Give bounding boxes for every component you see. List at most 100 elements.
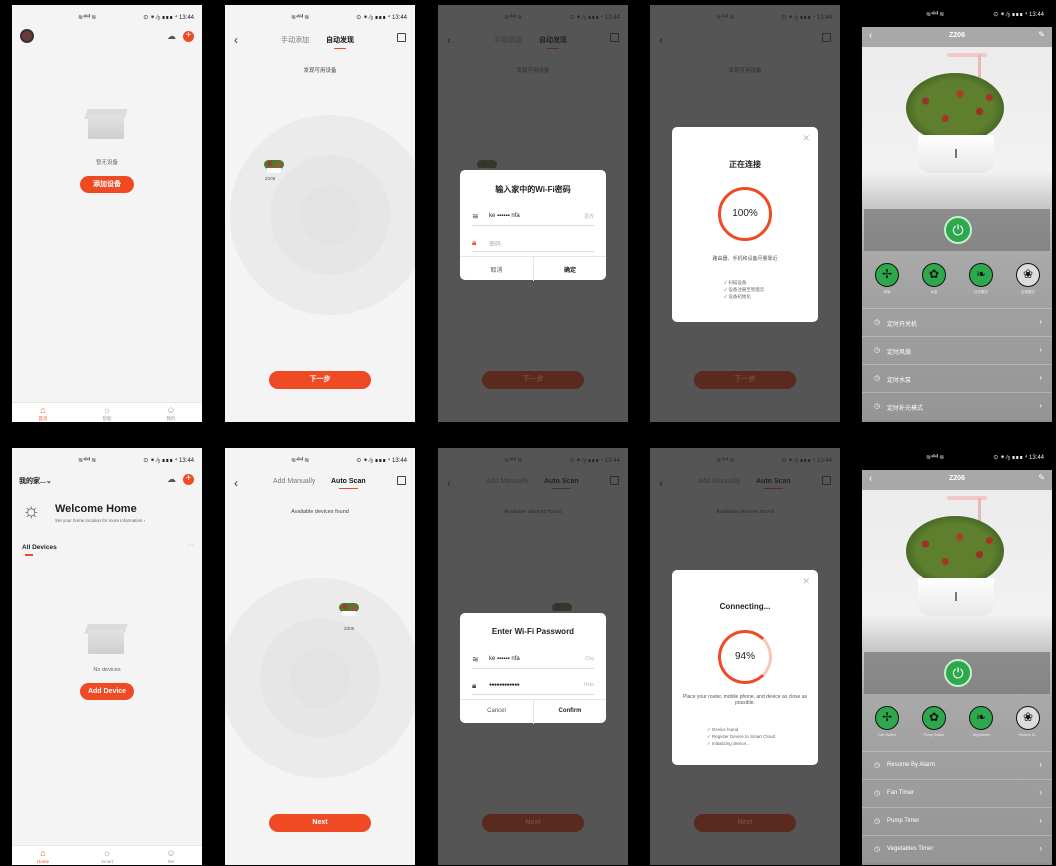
change-network[interactable]: 更改 [584,213,594,220]
menu-item[interactable]: ◷ Resume By Alarm › [862,751,1052,779]
chevron-right-icon: › [1039,760,1042,769]
nav-smart[interactable]: ☼ 智能 [92,405,122,422]
more-icon[interactable]: ··· [187,542,194,549]
composite-screenshots: ≋⁴ˡˡ⁴ˡˡ ≋ ⊙ ⁕ ⁄ᵦ ∎∎∎ ⁴ 13:44 ☁ + 暂无设备 添加设… [0,0,1056,866]
menu-item[interactable]: ◷ Pump Timer › [862,807,1052,835]
nav-me[interactable]: ☺ Me [156,848,186,864]
step-item: ✓ Register Device to Smart Cloud [707,734,776,739]
password-field[interactable]: 🔒︎ ●●●●●●●●●●●● Hide [472,677,594,695]
fan-toggle[interactable]: ✢ Fan Switch [874,706,900,737]
all-devices-label[interactable]: All Devices [22,544,57,551]
add-icon[interactable]: + [183,474,194,485]
nav-home[interactable]: ⌂ 首页 [28,405,58,422]
phone-wifi-en: ≋⁴ˡˡ⁴ˡˡ ≋⊙ ⁕ ⁄ᵦ ∎∎∎ ⁴ 13:44 ‹ Add Manual… [438,448,628,865]
family-selector[interactable]: 我的家...⌄ [19,476,52,486]
clock-icon: ◷ [874,319,881,326]
change-network[interactable]: Chg [585,656,594,662]
nav-smart[interactable]: ☼ Smart [92,848,122,864]
nav-home[interactable]: ⌂ Home [28,848,58,864]
scene-icon[interactable]: ☁ [167,31,176,42]
chevron-right-icon: › [1039,373,1042,382]
dialog-title: Connecting... [719,602,771,611]
pump-icon: ✿ [922,263,946,287]
phone-home-cn: ≋⁴ˡˡ⁴ˡˡ ≋ ⊙ ⁕ ⁄ᵦ ∎∎∎ ⁴ 13:44 ☁ + 暂无设备 添加设… [12,5,202,422]
sun-icon: ☼ [102,405,112,415]
scene-icon[interactable]: ☁ [167,474,176,485]
close-icon[interactable]: ✕ [802,133,810,144]
avatar[interactable] [20,29,34,43]
power-button[interactable]: ⏻ [944,659,972,687]
next-button[interactable]: 下一步 [269,371,371,389]
power-button[interactable]: ⏻ [944,216,972,244]
device-thumbnail[interactable] [263,157,285,173]
lock-icon: 🔒︎ [472,238,477,247]
sun-icon: ☼ [102,848,112,858]
chevron-right-icon: › [1039,788,1042,797]
pump-toggle[interactable]: ✿ 水泵 [921,263,947,295]
fan-toggle[interactable]: ✢ 风扇 [874,263,900,295]
pump-toggle[interactable]: ✿ Pump Switch [921,706,947,737]
menu-item[interactable]: ◷ 定时补光模式 › [862,392,1052,420]
chevron-right-icon: › [1039,816,1042,825]
progress-ring: 94% [718,630,772,684]
status-bar: ≋⁴ˡˡ⁴ˡˡ ≋⊙ ⁕ ⁄ᵦ ∎∎∎ ⁴ 13:44 [78,458,194,464]
phone-connecting-en: ≋⁴ˡˡ⁴ˡˡ ≋⊙ ⁕ ⁄ᵦ ∎∎∎ ⁴ 13:44 ‹ Add Manual… [650,448,840,865]
tab-manual[interactable]: Add Manually [273,478,315,485]
menu-item[interactable]: ◷ 定时风扇 › [862,336,1052,364]
cancel-button[interactable]: Cancel [460,708,533,714]
next-button-dimmed: Next [482,814,584,832]
edit-icon[interactable]: ✎ [1038,473,1045,482]
dialog-title: Enter Wi-Fi Password [491,627,575,636]
connecting-dialog: ✕ Connecting... 94% Place your router, m… [672,570,818,765]
qr-scan-icon[interactable] [397,33,406,42]
tab-auto-scan[interactable]: 自动发现 [326,35,354,49]
toggle-visibility[interactable]: Hide [584,682,594,688]
power-panel: ⏻ [864,652,1050,694]
chevron-right-icon: › [1039,317,1042,326]
password-field[interactable]: 🔒︎ 密码 [472,234,594,252]
nav-me[interactable]: ☺ 我的 [156,405,186,422]
menu-item[interactable]: ◷ Fan Timer › [862,779,1052,807]
menu-item[interactable]: ◷ 定时开关机 › [862,308,1052,336]
next-button[interactable]: Next [269,814,371,832]
phone-home-en: ≋⁴ˡˡ⁴ˡˡ ≋ ⊙ ⁕ ⁄ᵦ ∎∎∎ ⁴ 13:44 我的家...⌄ ☁ + … [12,448,202,865]
qr-scan-icon[interactable] [397,476,406,485]
phone-wifi-cn: ≋⁴ˡˡ⁴ˡˡ ≋⊙ ⁕ ⁄ᵦ ∎∎∎ ⁴ 13:44 ‹ 手动添加自动发现 发… [438,5,628,422]
scan-status-label: Available devices found [291,509,349,515]
home-icon: ⌂ [40,848,46,858]
vegetable-mode[interactable]: ❧ 补光模式 [968,263,994,295]
phone-device-cn: ≋⁴ˡˡ⁴ˡˡ ≋ ⊙ ⁕ ⁄ᵦ ∎∎∎ ⁴ 13:44 ‹ Z206 ✎ ⏻ ✢ 风扇… [862,5,1052,422]
ssid-row[interactable]: ≋ ke ▪▪▪▪▪▪ nfa 更改 [472,208,594,226]
menu-item[interactable]: ◷ Vegetables Timer › [862,835,1052,863]
empty-label: No devices [93,667,121,673]
confirm-button[interactable]: 确定 [533,257,606,281]
add-device-button[interactable]: Add Device [80,683,134,700]
menu-item[interactable]: ◷ 定时水泵 › [862,364,1052,392]
tab-manual[interactable]: 手动添加 [281,35,309,45]
cancel-button[interactable]: 取消 [460,265,533,274]
close-icon[interactable]: ✕ [802,576,810,587]
edit-icon[interactable]: ✎ [1038,30,1045,39]
tab-auto-scan[interactable]: Auto Scan [331,478,366,489]
welcome-subtitle[interactable]: Set your home location for more informat… [55,518,145,523]
ssid-row[interactable]: ≋ ke ▪▪▪▪▪▪ nfa Chg [472,651,594,669]
flower-icon: ❀ [1016,706,1040,730]
flower-icon: ❀ [1016,263,1040,287]
full-mode[interactable]: ❀ 全部模式 [1015,263,1041,295]
wifi-dialog: Enter Wi-Fi Password ≋ ke ▪▪▪▪▪▪ nfa Chg 🔒… [460,613,606,724]
ssid-value: ke ▪▪▪▪▪▪ nfa [489,213,520,219]
device-thumbnail[interactable] [338,600,360,616]
confirm-button[interactable]: Confirm [533,700,606,724]
device-title: Z206 [949,32,965,39]
step-item: ✓ Initializing device... [707,741,750,746]
status-bar: ≋⁴ˡˡ⁴ˡˡ ≋⊙ ⁕ ⁄ᵦ ∎∎∎ ⁴ 13:44 [862,5,1052,27]
flowers-mode[interactable]: ❀ Flowers M... [1015,706,1041,737]
step-item: ✓ 设备注册至智能云 [724,287,765,292]
add-device-button[interactable]: 添加设备 [80,176,134,193]
add-icon[interactable]: + [183,31,194,42]
vegetable-mode[interactable]: ❧ Vegetables [968,706,994,737]
device-label: Z206 [265,176,276,181]
connect-hint: 路由器、手机和设备尽量靠近 [712,256,778,262]
clock-icon: ◷ [874,846,881,853]
step-item: ✓ Device found [707,727,739,732]
